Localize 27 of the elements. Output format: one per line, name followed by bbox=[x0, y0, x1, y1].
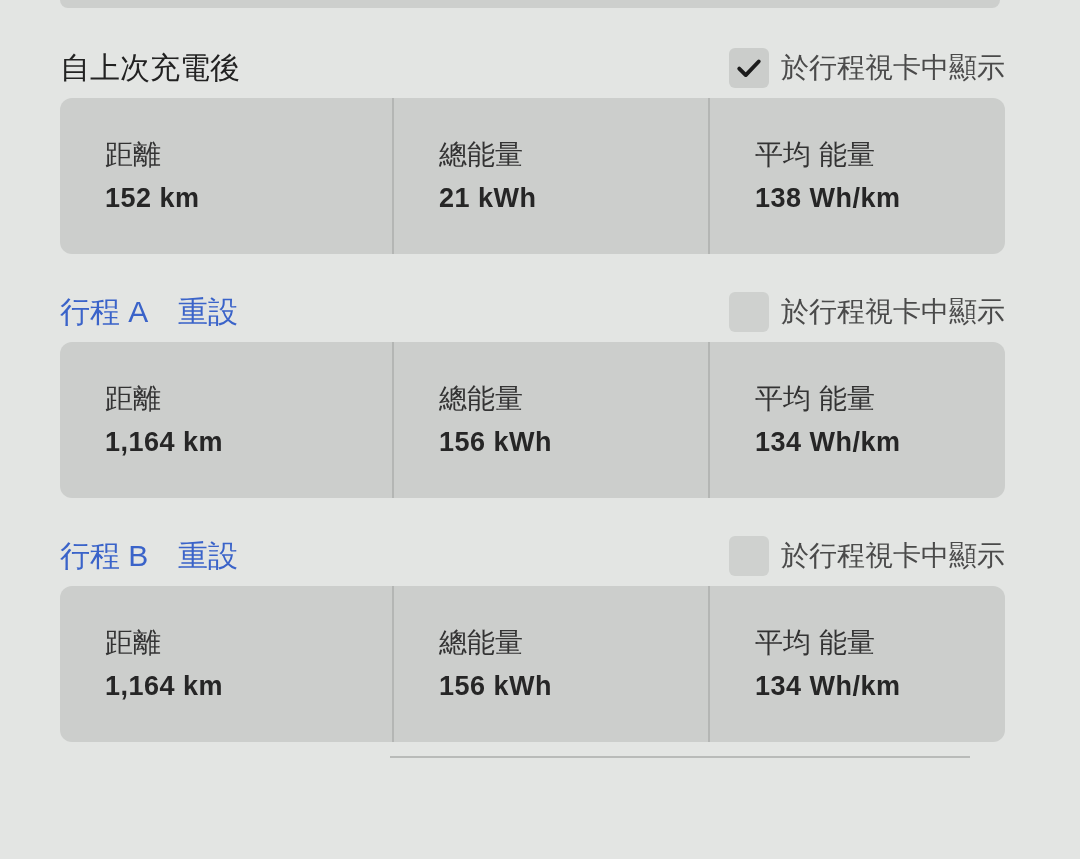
stat-label: 距離 bbox=[105, 626, 161, 660]
section-title: 行程 B bbox=[60, 538, 149, 574]
section-title: 行程 A bbox=[60, 294, 149, 330]
checkbox-label[interactable]: 於行程視卡中顯示 bbox=[781, 293, 1005, 331]
stat-value: 156 kWh bbox=[439, 426, 553, 459]
stat-value: 1,164 km bbox=[105, 670, 224, 703]
stat-label: 平均 能量 bbox=[755, 626, 875, 660]
stat-value: 156 kWh bbox=[439, 670, 553, 703]
stat-label: 總能量 bbox=[439, 626, 523, 660]
stat-label: 距離 bbox=[105, 138, 161, 172]
stat-value: 138 Wh/km bbox=[755, 182, 901, 215]
stat-label: 總能量 bbox=[439, 138, 523, 172]
stat-value: 134 Wh/km bbox=[755, 426, 901, 459]
checkbox-label[interactable]: 於行程視卡中顯示 bbox=[781, 49, 1005, 87]
stat-label: 平均 能量 bbox=[755, 382, 875, 416]
stat-value: 1,164 km bbox=[105, 426, 224, 459]
checkbox[interactable] bbox=[729, 48, 769, 88]
stat-value: 134 Wh/km bbox=[755, 670, 901, 703]
section-title: 自上次充電後 bbox=[60, 50, 240, 86]
checkbox-label[interactable]: 於行程視卡中顯示 bbox=[781, 537, 1005, 575]
stat-label: 總能量 bbox=[439, 382, 523, 416]
stat-value: 152 km bbox=[105, 182, 200, 215]
reset-link[interactable]: 重設 bbox=[178, 536, 239, 576]
stat-value: 21 kWh bbox=[439, 182, 537, 215]
stat-label: 平均 能量 bbox=[755, 138, 875, 172]
reset-link[interactable]: 重設 bbox=[178, 292, 239, 332]
stat-label: 距離 bbox=[105, 382, 161, 416]
